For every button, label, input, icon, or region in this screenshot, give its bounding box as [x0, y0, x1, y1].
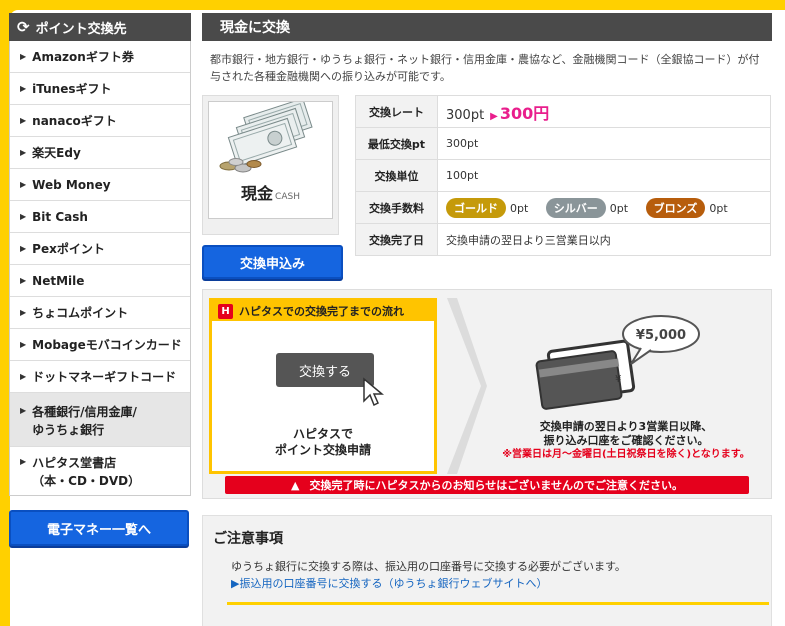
triangle-right-icon: ▶	[20, 116, 27, 125]
svg-text:¥: ¥	[615, 374, 621, 385]
refresh-icon: ⟳	[17, 18, 30, 36]
sidebar-item-itunes[interactable]: ▶ iTunesギフト	[10, 73, 190, 105]
sidebar-title: ポイント交換先	[35, 21, 127, 37]
sidebar-item-bank[interactable]: ▶ 各種銀行/信用金庫/ ゆうちょ銀行	[10, 393, 190, 447]
table-row: 交換レート 300pt ▶ 300円	[355, 95, 771, 128]
sidebar: ⟳ ポイント交換先 ▶ Amazonギフト券 ▶ iTunesギフト ▶ nanaco…	[9, 13, 191, 496]
triangle-right-icon: ▶	[20, 244, 27, 253]
sidebar-item-bitcash[interactable]: ▶ Bit Cash	[10, 201, 190, 233]
apply-exchange-button[interactable]: 交換申込み	[202, 245, 343, 279]
rate-key: 交換レート	[355, 95, 438, 128]
cash-label: 現金 CASH	[241, 184, 300, 203]
table-row: 最低交換pt 300pt	[355, 127, 771, 160]
flow-title: H ハピタスでの交換完了までの流れ	[212, 301, 434, 321]
fee-value: ゴールド 0pt シルバー 0pt ブロンズ 0pt	[437, 191, 771, 224]
notice-warning-bar: ▲ 交換完了時にハピタスからのお知らせはございませんのでご注意ください。	[225, 476, 749, 494]
notes-section: ご注意事項 ゆうちょ銀行に交換する際は、振込用の口座番号に交換する必要がございま…	[202, 515, 772, 626]
triangle-right-icon: ▶	[20, 212, 27, 221]
sidebar-item-bookstore[interactable]: ▶ ハピタス堂書店 （本・CD・DVD）	[10, 447, 190, 495]
sidebar-item-webmoney[interactable]: ▶ Web Money	[10, 169, 190, 201]
triangle-right-icon: ▶	[20, 148, 27, 157]
flow-step-1: H ハピタスでの交換完了までの流れ 交換する ハピタスで ポイント交換申請	[209, 298, 437, 474]
done-key: 交換完了日	[355, 223, 438, 256]
yucho-link[interactable]: ▶振込用の口座番号に交換する（ゆうちょ銀行ウェブサイトへ）	[213, 575, 761, 592]
banknotes-icon	[219, 97, 313, 173]
sidebar-item-edy[interactable]: ▶ 楽天Edy	[10, 137, 190, 169]
emoney-list-button[interactable]: 電子マネー一覧へ	[9, 510, 189, 546]
sidebar-item-netmile[interactable]: ▶ NetMile	[10, 265, 190, 297]
notes-text: ゆうちょ銀行に交換する際は、振込用の口座番号に交換する必要がございます。	[231, 560, 626, 573]
triangle-right-icon: ▶	[20, 457, 27, 466]
exchange-section: 現金 CASH 交換申込み 交換レート 300pt ▶ 300円 最低交換pt 300…	[202, 93, 772, 289]
triangle-right-icon: ▶	[20, 372, 27, 381]
intro-text: 都市銀行・地方銀行・ゆうちょ銀行・ネット銀行・信用金庫・農協など、金融機関コード…	[210, 53, 760, 83]
exchange-info-table: 交換レート 300pt ▶ 300円 最低交換pt 300pt 交換単位 100pt…	[355, 95, 771, 256]
bronze-badge: ブロンズ	[645, 197, 706, 218]
sidebar-item-chocom[interactable]: ▶ ちょコムポイント	[10, 297, 190, 329]
unit-key: 交換単位	[355, 159, 438, 192]
fee-key: 交換手数料	[355, 191, 438, 224]
hapitas-logo-icon: H	[218, 303, 233, 319]
triangle-right-icon: ▶	[20, 276, 27, 285]
sidebar-item-dotmoney[interactable]: ▶ ドットマネーギフトコード	[10, 361, 190, 393]
triangle-right-icon: ▶	[20, 84, 27, 93]
main-content: 現金に交換 都市銀行・地方銀行・ゆうちょ銀行・ネット銀行・信用金庫・農協など、金…	[202, 13, 772, 626]
sidebar-item-pex[interactable]: ▶ Pexポイント	[10, 233, 190, 265]
done-value: 交換申請の翌日より三営業日以内	[437, 223, 771, 256]
sidebar-item-nanaco[interactable]: ▶ nanacoギフト	[10, 105, 190, 137]
page-title: 現金に交換	[202, 13, 772, 41]
triangle-right-icon: ▶	[20, 340, 27, 349]
sidebar-list: ▶ Amazonギフト券 ▶ iTunesギフト ▶ nanacoギフト ▶ 楽天Edy…	[9, 41, 191, 496]
exchange-flow-panel: H ハピタスでの交換完了までの流れ 交換する ハピタスで ポイント交換申請 ¥ …	[202, 289, 772, 499]
sidebar-item-mobage[interactable]: ▶ Mobageモバコインカード	[10, 329, 190, 361]
arrow-right-icon: ▶	[490, 110, 498, 122]
triangle-right-icon: ▶	[20, 180, 27, 189]
bank-card-icon: ¥ ¥5,000	[535, 315, 700, 410]
table-row: 交換単位 100pt	[355, 159, 771, 192]
notes-title: ご注意事項	[213, 531, 283, 547]
divider	[227, 602, 769, 605]
triangle-right-icon: ▶	[20, 308, 27, 317]
flow-step-2-text: 交換申請の翌日より3営業日以降、 振り込み口座をご確認ください。 ※営業日は月～…	[481, 420, 771, 462]
gold-badge: ゴールド	[446, 197, 506, 218]
cash-image: 現金 CASH	[208, 97, 333, 219]
table-row: 交換手数料 ゴールド 0pt シルバー 0pt ブロンズ 0pt	[355, 191, 771, 224]
rate-value: 300pt ▶ 300円	[437, 95, 771, 128]
table-row: 交換完了日 交換申請の翌日より三営業日以内	[355, 223, 771, 256]
sidebar-item-amazon[interactable]: ▶ Amazonギフト券	[10, 41, 190, 73]
unit-value: 100pt	[437, 159, 771, 192]
cash-image-frame: 現金 CASH	[202, 95, 339, 235]
triangle-right-icon: ▶	[20, 52, 27, 61]
flow-caption: ハピタスで ポイント交換申請	[274, 427, 371, 457]
business-day-note: ※営業日は月～金曜日(土日祝祭日を除く)となります。	[502, 449, 750, 460]
sidebar-header: ⟳ ポイント交換先	[9, 13, 191, 41]
warning-icon: ▲	[291, 478, 300, 492]
triangle-right-icon: ▶	[20, 406, 27, 415]
cursor-icon	[363, 377, 384, 407]
flow-exchange-illustration-button: 交換する	[276, 353, 374, 387]
min-value: 300pt	[437, 127, 771, 160]
silver-badge: シルバー	[545, 197, 606, 218]
amount-text: ¥5,000	[636, 328, 686, 343]
min-key: 最低交換pt	[355, 127, 438, 160]
